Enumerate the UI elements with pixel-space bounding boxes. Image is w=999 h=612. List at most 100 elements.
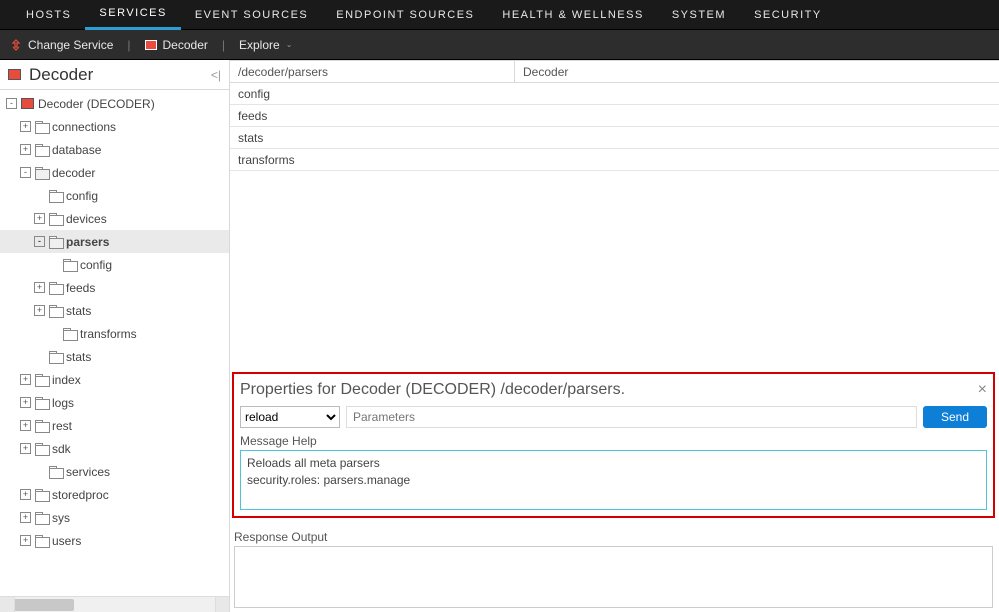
folder-icon [35,443,48,454]
command-select[interactable]: reload [240,406,340,428]
tree-item-stats[interactable]: stats [0,345,229,368]
tree-toggle [34,190,45,201]
tree-toggle [34,466,45,477]
decoder-crumb[interactable]: Decoder [145,38,208,52]
tree-item-index[interactable]: + index [0,368,229,391]
tree-item-label: transforms [80,327,137,341]
list-item-config[interactable]: config [230,83,999,105]
folder-icon [35,489,48,500]
nav-security[interactable]: SECURITY [740,0,836,30]
breadcrumb-row: /decoder/parsers Decoder [230,61,999,83]
separator: | [127,38,130,52]
nav-hosts[interactable]: HOSTS [12,0,85,30]
tree-toggle[interactable]: + [20,397,31,408]
tree-toggle[interactable]: + [20,420,31,431]
tree-item-config[interactable]: config [0,184,229,207]
folder-icon [49,466,62,477]
tree-toggle [34,351,45,362]
tree-item-label: index [52,373,81,387]
help-text-1: Reloads all meta parsers [247,455,980,472]
child-list: configfeedsstatstransforms [230,83,999,171]
tree-item-logs[interactable]: +logs [0,391,229,414]
tree-item-users[interactable]: + users [0,529,229,552]
tree-item-storedproc[interactable]: +storedproc [0,483,229,506]
folder-icon [49,213,62,224]
folder-icon [49,351,62,362]
tree-toggle[interactable]: + [20,144,31,155]
decoder-crumb-label: Decoder [163,38,208,52]
nav-event-sources[interactable]: EVENT SOURCES [181,0,322,30]
tree-toggle[interactable]: + [20,535,31,546]
folder-icon [49,236,62,247]
change-service-button[interactable]: Change Service [10,38,113,52]
tree-item-rest[interactable]: + rest [0,414,229,437]
tree-item-parsers[interactable]: -parsers [0,230,229,253]
nav-health-wellness[interactable]: HEALTH & WELLNESS [488,0,657,30]
list-item-feeds[interactable]: feeds [230,105,999,127]
folder-icon [35,397,48,408]
tree-item-label: sys [52,511,70,525]
tree-item-label: rest [52,419,72,433]
tree-toggle[interactable]: + [20,489,31,500]
send-button[interactable]: Send [923,406,987,428]
folder-icon [35,167,48,178]
tree-item-services[interactable]: services [0,460,229,483]
tree-toggle[interactable]: + [20,121,31,132]
tree-toggle[interactable]: + [34,213,45,224]
properties-title: Properties for Decoder (DECODER) /decode… [240,381,625,399]
tree-item-label: users [52,534,81,548]
tree-item-connections[interactable]: +connections [0,115,229,138]
tree-item-label: sdk [52,442,71,456]
folder-icon [35,512,48,523]
tree-item-label: config [80,258,112,272]
folder-icon [35,121,48,132]
tree-toggle[interactable]: + [20,512,31,523]
tree-toggle[interactable]: - [6,98,17,109]
tree-item-config[interactable]: config [0,253,229,276]
tree-item-transforms[interactable]: transforms [0,322,229,345]
message-help-label: Message Help [240,434,987,448]
tree-item-feeds[interactable]: + feeds [0,276,229,299]
list-item-transforms[interactable]: transforms [230,149,999,171]
tree-toggle[interactable]: + [20,374,31,385]
tree-toggle [48,259,59,270]
tree-item-label: feeds [66,281,95,295]
tree-item-devices[interactable]: + devices [0,207,229,230]
sidebar: Decoder <| -Decoder (DECODER)+connection… [0,60,230,612]
tree-item-sdk[interactable]: + sdk [0,437,229,460]
tree-item-database[interactable]: +database [0,138,229,161]
list-item-stats[interactable]: stats [230,127,999,149]
nav-system[interactable]: SYSTEM [658,0,740,30]
folder-icon [49,190,62,201]
collapse-sidebar-button[interactable]: <| [211,68,221,82]
tree[interactable]: -Decoder (DECODER)+connections+database-… [0,90,229,596]
tree-item-label: decoder [52,166,95,180]
response-output-box [234,546,993,608]
tree-toggle[interactable]: + [34,282,45,293]
nav-services[interactable]: SERVICES [85,0,180,30]
tree-toggle[interactable]: + [20,443,31,454]
folder-icon [35,374,48,385]
response-output-label: Response Output [234,530,993,544]
tree-item-label: devices [66,212,107,226]
folder-icon [35,535,48,546]
tree-toggle[interactable]: - [20,167,31,178]
close-icon[interactable]: × [978,381,987,399]
decoder-icon [8,69,21,80]
tree-toggle[interactable]: - [34,236,45,247]
response-section: Response Output [234,524,993,608]
horizontal-scrollbar[interactable] [0,596,229,612]
tree-item-sys[interactable]: + sys [0,506,229,529]
explore-dropdown[interactable]: Explore ⌄ [239,38,292,52]
breadcrumb-path[interactable]: /decoder/parsers [230,61,515,82]
chevron-down-icon: ⌄ [286,40,293,49]
folder-icon [63,259,76,270]
nav-endpoint-sources[interactable]: ENDPOINT SOURCES [322,0,488,30]
parameters-input[interactable] [346,406,917,428]
explore-label: Explore [239,38,280,52]
tree-item-stats[interactable]: +stats [0,299,229,322]
decoder-icon [145,40,157,50]
tree-toggle[interactable]: + [34,305,45,316]
tree-item-decoder-decoder-[interactable]: -Decoder (DECODER) [0,92,229,115]
tree-item-decoder[interactable]: - decoder [0,161,229,184]
